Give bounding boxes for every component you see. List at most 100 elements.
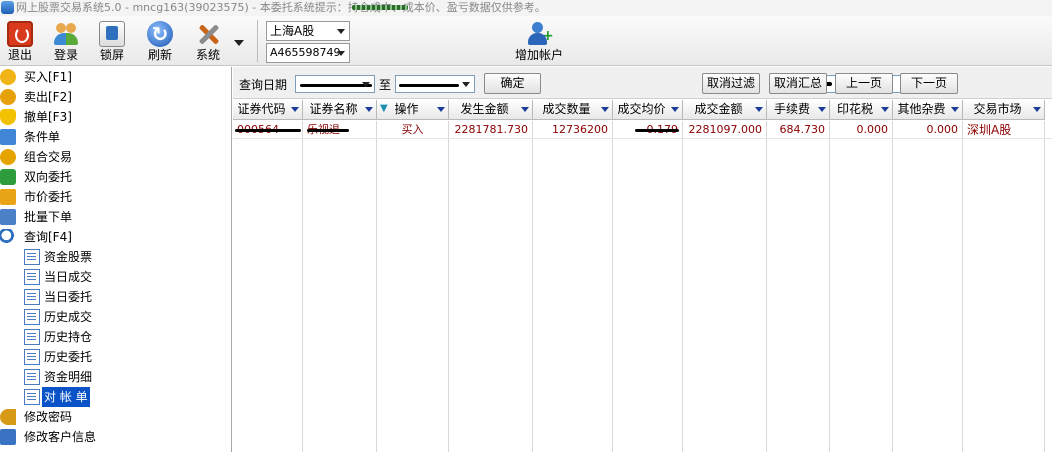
column-dropdown-icon[interactable] xyxy=(754,103,764,115)
tree-subitem-statement[interactable]: 对 帐 单 xyxy=(0,387,230,407)
tree-subitem-today-deals[interactable]: 当日成交 xyxy=(0,267,230,287)
column-header-stamp-tax[interactable]: 印花税 xyxy=(830,100,893,120)
market-select[interactable]: 上海A股 xyxy=(266,21,350,41)
column-dropdown-icon[interactable] xyxy=(950,103,960,115)
toolbar-more-dropdown[interactable] xyxy=(231,36,245,50)
refresh-button[interactable]: 刷新 xyxy=(137,18,183,64)
column-dropdown-icon[interactable] xyxy=(290,103,300,115)
next-page-button[interactable]: 下一页 xyxy=(900,73,958,94)
market-order-icon xyxy=(0,189,16,205)
column-header-market[interactable]: 交易市场 xyxy=(963,100,1045,120)
system-label: 系统 xyxy=(195,48,220,62)
column-header-quantity[interactable]: 成交数量 xyxy=(533,100,613,120)
lock-screen-icon xyxy=(99,21,125,47)
cell-other-fees: 0.000 xyxy=(926,123,959,136)
condition-order-icon xyxy=(0,129,16,145)
column-header-amount[interactable]: 发生金额 xyxy=(449,100,533,120)
client-info-icon xyxy=(0,429,16,445)
column-dropdown-icon[interactable] xyxy=(364,103,374,115)
column-divider xyxy=(962,121,963,452)
lock-screen-button[interactable]: 锁屏 xyxy=(89,18,135,64)
column-divider xyxy=(766,121,767,452)
column-header-label: 操作 xyxy=(394,102,419,116)
column-divider xyxy=(1044,121,1045,452)
tree-subitem-funds-stocks[interactable]: 资金股票 xyxy=(0,247,230,267)
column-header-deal-amount[interactable]: 成交金额 xyxy=(683,100,767,120)
column-header-other-fees[interactable]: 其他杂费 xyxy=(893,100,963,120)
document-icon xyxy=(24,369,40,385)
column-dropdown-icon[interactable] xyxy=(1032,103,1042,115)
column-header-avg-price[interactable]: 成交均价 xyxy=(613,100,683,120)
tree-item-change-client-info[interactable]: 修改客户信息 xyxy=(0,427,230,447)
tree-item-label: 修改客户信息 xyxy=(24,430,97,444)
cell-quantity: 12736200 xyxy=(552,123,608,136)
document-icon xyxy=(24,309,40,325)
login-icon xyxy=(53,21,79,47)
start-date-picker[interactable] xyxy=(295,75,375,93)
login-button[interactable]: 登录 xyxy=(43,18,89,64)
tree-item-batch-order[interactable]: 批量下单 xyxy=(0,207,230,227)
calendar-dropdown-icon xyxy=(460,78,472,90)
tree-subitem-history-positions[interactable]: 历史持仓 xyxy=(0,327,230,347)
system-tools-icon xyxy=(195,21,221,47)
column-dropdown-icon[interactable] xyxy=(600,103,610,115)
key-icon xyxy=(0,409,16,425)
end-date-picker[interactable] xyxy=(395,75,475,93)
cancel-filter-button[interactable]: 取消过滤 xyxy=(702,73,760,94)
column-dropdown-icon[interactable] xyxy=(670,103,680,115)
tree-item-label: 批量下单 xyxy=(24,210,73,224)
column-header-commission[interactable]: 手续费 xyxy=(767,100,830,120)
tree-subitem-fund-details[interactable]: 资金明细 xyxy=(0,367,230,387)
sell-icon xyxy=(0,89,16,105)
combo-trade-icon xyxy=(0,149,16,165)
tree-item-sell[interactable]: 卖出[F2] xyxy=(0,87,230,107)
document-icon xyxy=(24,329,40,345)
tree-item-cancel-order[interactable]: 撤单[F3] xyxy=(0,107,230,127)
tree-item-buy[interactable]: 买入[F1] xyxy=(0,67,230,87)
tree-item-change-password[interactable]: 修改密码 xyxy=(0,407,230,427)
tree-item-label: 查询[F4] xyxy=(24,230,72,244)
document-icon xyxy=(24,249,40,265)
account-select-value: A465598749 xyxy=(270,46,341,59)
tree-item-two-way-order[interactable]: 双向委托 xyxy=(0,167,230,187)
tree-item-combo-trade[interactable]: 组合交易 xyxy=(0,147,230,167)
tree-item-label: 条件单 xyxy=(24,130,61,144)
redaction-scribble xyxy=(352,5,408,10)
date-label: 查询日期 xyxy=(239,78,288,92)
tree-item-label: 修改密码 xyxy=(24,410,73,424)
tree-item-query[interactable]: 查询[F4] xyxy=(0,227,230,247)
column-header-code[interactable]: 证券代码 xyxy=(233,100,303,120)
statement-table: 证券代码 证券名称 ▼ 操作 发生金额 成交数量 成交均价 成交金额 手续费 印花… xyxy=(233,99,1052,452)
login-label: 登录 xyxy=(53,48,78,62)
add-account-label: 增加帐户 xyxy=(514,48,563,62)
column-header-operation[interactable]: ▼ 操作 xyxy=(377,100,449,120)
column-dropdown-icon[interactable] xyxy=(520,103,530,115)
confirm-button[interactable]: 确定 xyxy=(484,73,541,94)
calendar-dropdown-icon xyxy=(360,78,372,90)
buy-icon xyxy=(0,69,16,85)
tree-subitem-label: 历史成交 xyxy=(44,310,93,324)
column-header-label: 印花税 xyxy=(836,102,873,116)
tree-subitem-history-deals[interactable]: 历史成交 xyxy=(0,307,230,327)
column-header-name[interactable]: 证券名称 xyxy=(303,100,377,120)
add-account-button[interactable]: + 增加帐户 xyxy=(510,18,568,64)
cell-market: 深圳A股 xyxy=(967,123,1012,137)
column-dropdown-icon[interactable] xyxy=(880,103,890,115)
column-header-label: 成交均价 xyxy=(617,102,666,116)
tree-item-label: 市价委托 xyxy=(24,190,73,204)
system-button[interactable]: 系统 xyxy=(185,18,231,64)
tree-item-condition-order[interactable]: 条件单 xyxy=(0,127,230,147)
tree-subitem-today-orders[interactable]: 当日委托 xyxy=(0,287,230,307)
column-dropdown-icon[interactable] xyxy=(436,103,446,115)
document-icon xyxy=(24,389,40,405)
column-dropdown-icon[interactable] xyxy=(817,103,827,115)
tree-item-market-order[interactable]: 市价委托 xyxy=(0,187,230,207)
cancel-summary-button[interactable]: 取消汇总 xyxy=(769,73,827,94)
account-select[interactable]: A465598749 xyxy=(266,43,350,63)
two-way-order-icon xyxy=(0,169,16,185)
prev-page-button[interactable]: 上一页 xyxy=(835,73,893,94)
exit-button[interactable]: 退出 xyxy=(0,18,43,64)
row-divider xyxy=(233,138,1052,139)
redaction-mark xyxy=(235,129,301,132)
tree-subitem-history-orders[interactable]: 历史委托 xyxy=(0,347,230,367)
